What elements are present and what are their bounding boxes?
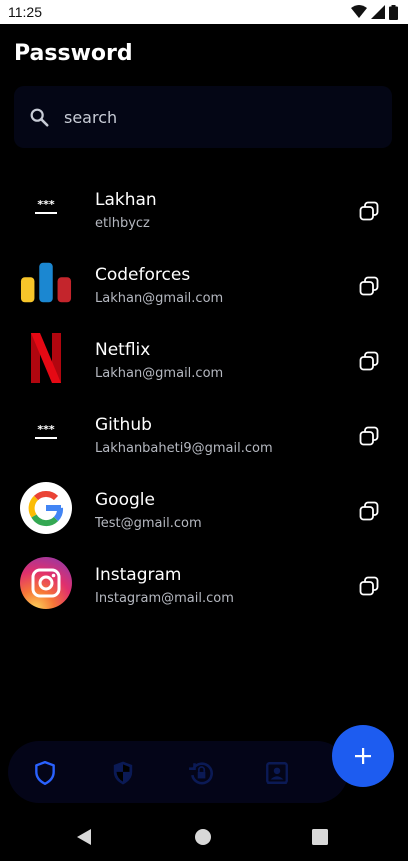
entry-subtitle: etlhbycz [95, 216, 150, 231]
entry-title: Netflix [95, 340, 151, 360]
system-nav-bar [0, 812, 408, 861]
status-time: 11:25 [8, 4, 42, 20]
list-item[interactable]: *** Github Lakhanbaheti9@gmail.com [0, 396, 408, 471]
password-dots-icon: *** [20, 182, 72, 234]
copy-icon[interactable] [358, 500, 380, 522]
entry-subtitle: Test@gmail.com [95, 516, 202, 531]
bottom-nav [8, 741, 348, 803]
entry-title: Instagram [95, 565, 182, 585]
contact-card-icon[interactable] [264, 760, 290, 786]
list-item[interactable]: *** Lakhan etlhbycz [0, 171, 408, 246]
home-icon[interactable] [194, 828, 212, 846]
search-placeholder: search [64, 107, 118, 127]
signal-icon [371, 5, 385, 19]
plus-icon [355, 748, 371, 764]
search-input[interactable]: search [14, 86, 392, 148]
add-password-button[interactable] [332, 725, 394, 787]
list-item[interactable]: Netflix Lakhan@gmail.com [0, 321, 408, 396]
entry-subtitle: Lakhan@gmail.com [95, 366, 224, 381]
google-logo [20, 482, 72, 534]
entry-subtitle: Instagram@mail.com [95, 591, 234, 606]
copy-icon[interactable] [358, 350, 380, 372]
copy-icon[interactable] [358, 275, 380, 297]
wifi-icon [351, 5, 367, 18]
shield-outline-icon[interactable] [32, 760, 58, 786]
shield-half-icon[interactable] [110, 760, 136, 786]
netflix-logo [20, 332, 72, 384]
entry-title: Google [95, 490, 155, 510]
list-item[interactable]: Google Test@gmail.com [0, 471, 408, 546]
list-item[interactable]: Instagram Instagram@mail.com [0, 546, 408, 621]
back-icon[interactable] [76, 828, 92, 846]
codeforces-logo [20, 257, 72, 309]
password-list: *** Lakhan etlhbycz Codeforces Lakhan@gm… [0, 171, 408, 621]
list-item[interactable]: Codeforces Lakhan@gmail.com [0, 246, 408, 321]
search-icon [30, 108, 49, 127]
instagram-logo [20, 557, 72, 609]
history-lock-icon[interactable] [188, 760, 214, 786]
copy-icon[interactable] [358, 425, 380, 447]
entry-title: Lakhan [95, 190, 157, 210]
entry-subtitle: Lakhan@gmail.com [95, 291, 224, 306]
password-dots-icon: *** [20, 407, 72, 459]
entry-subtitle: Lakhanbaheti9@gmail.com [95, 441, 273, 456]
svg-text:***: *** [37, 425, 55, 436]
status-icons [351, 4, 398, 20]
page-title: Password [14, 41, 133, 66]
copy-icon[interactable] [358, 200, 380, 222]
status-bar: 11:25 [0, 0, 408, 24]
battery-icon [389, 4, 398, 20]
svg-text:***: *** [37, 200, 55, 211]
entry-title: Codeforces [95, 265, 191, 285]
copy-icon[interactable] [358, 575, 380, 597]
entry-title: Github [95, 415, 152, 435]
recents-icon[interactable] [312, 828, 328, 846]
